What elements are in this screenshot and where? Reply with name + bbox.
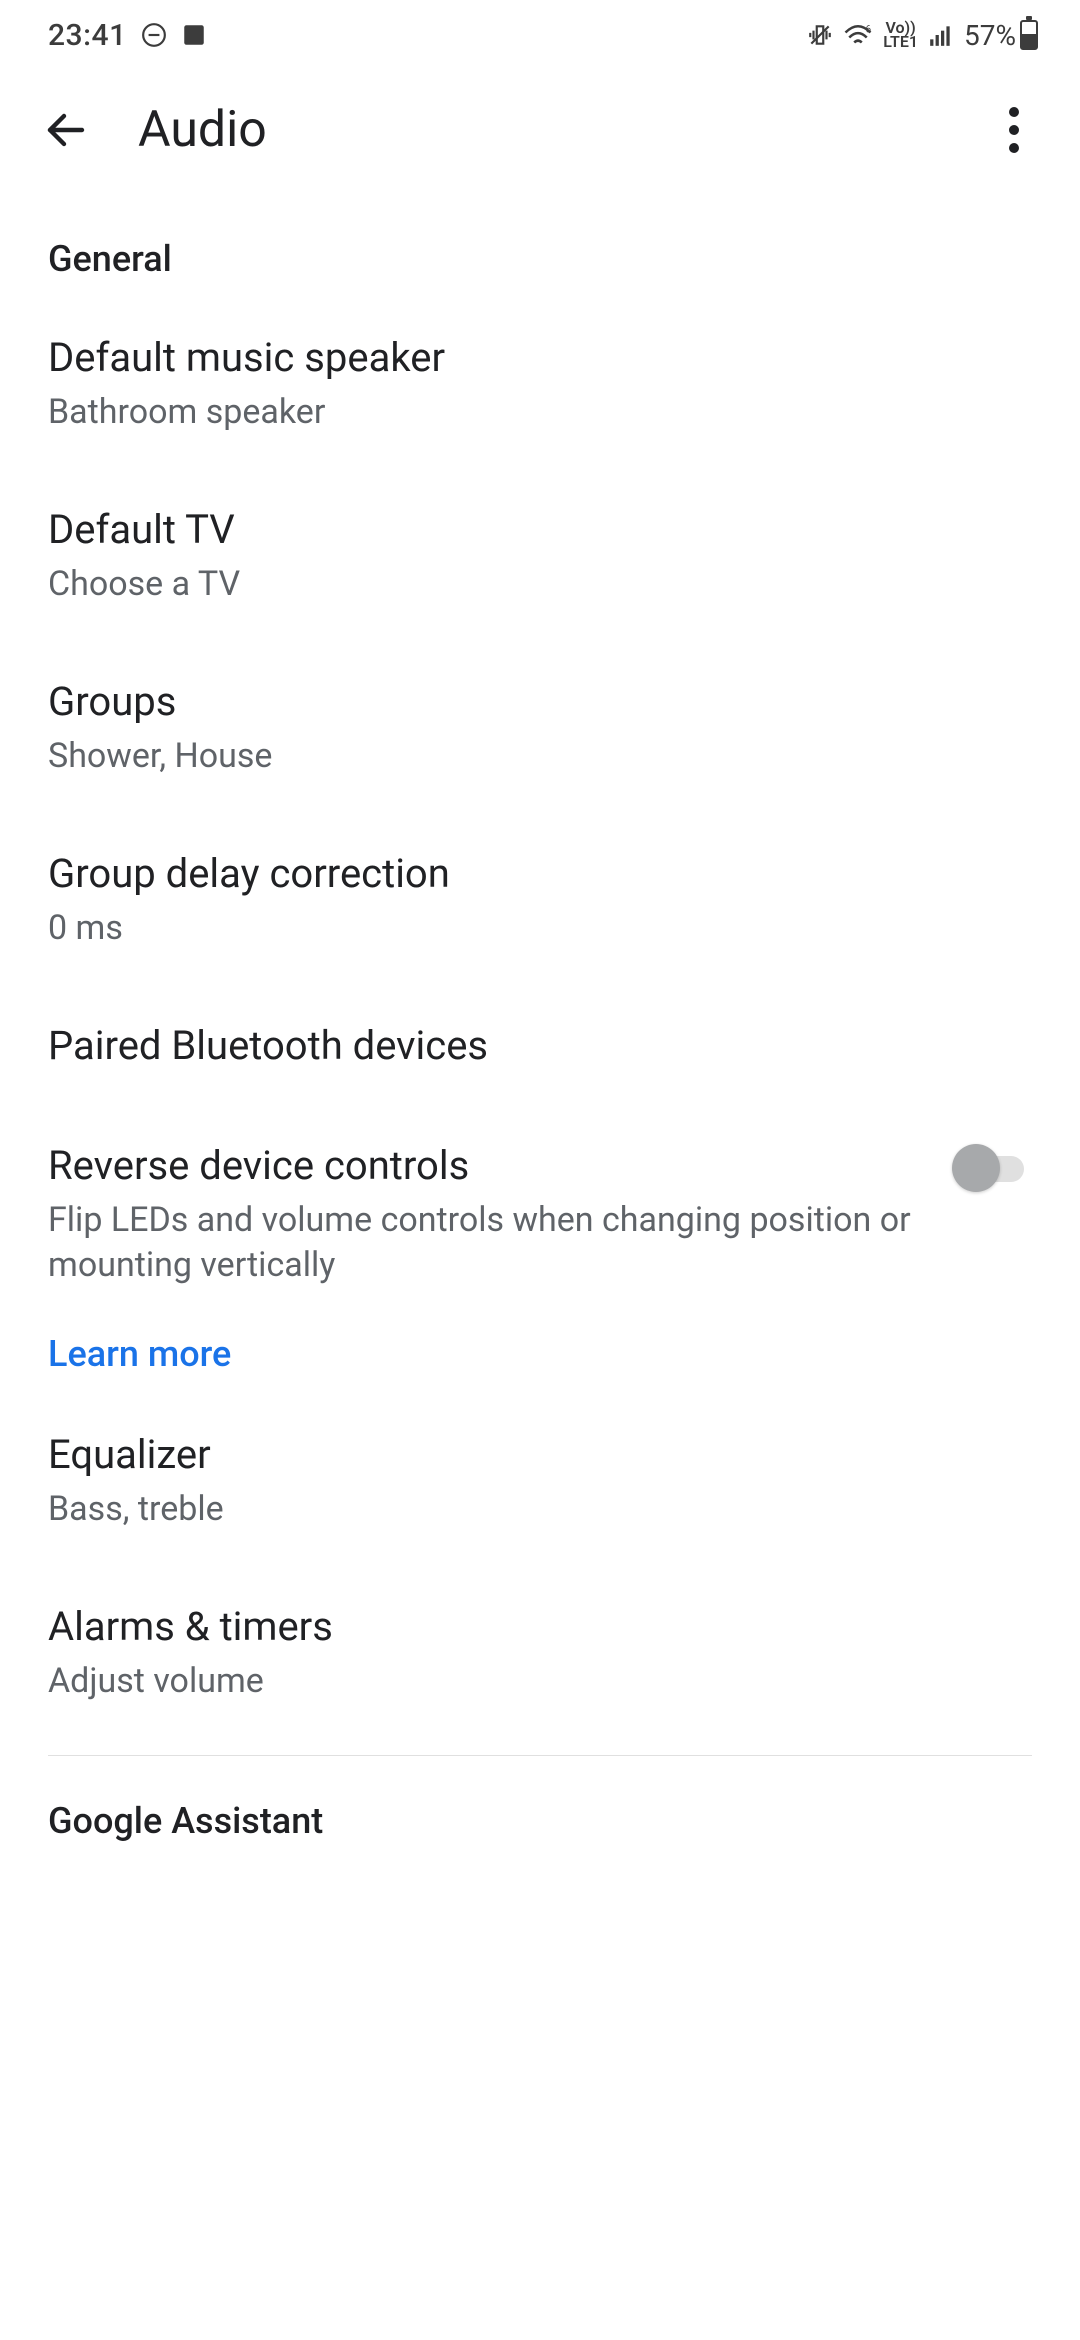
setting-group-delay-correction[interactable]: Group delay correction 0 ms <box>48 814 1032 986</box>
status-left: 23:41 <box>48 18 207 53</box>
svg-text:6: 6 <box>866 25 872 36</box>
learn-more-link[interactable]: Learn more <box>48 1289 1032 1395</box>
settings-content: General Default music speaker Bathroom s… <box>0 190 1080 1860</box>
setting-title: Default music speaker <box>48 332 1032 384</box>
battery-indicator: 57% <box>964 19 1038 52</box>
section-header-general: General <box>48 190 1032 298</box>
setting-subtitle: 0 ms <box>48 906 1032 952</box>
dnd-icon <box>141 22 167 48</box>
section-header-google-assistant: Google Assistant <box>48 1756 1032 1860</box>
setting-title: Paired Bluetooth devices <box>48 1020 1032 1072</box>
setting-equalizer[interactable]: Equalizer Bass, treble <box>48 1395 1032 1567</box>
volte-icon: Vo)) LTE1 <box>883 21 918 49</box>
setting-subtitle: Flip LEDs and volume controls when chang… <box>48 1198 928 1290</box>
setting-subtitle: Shower, House <box>48 734 1032 780</box>
setting-default-music-speaker[interactable]: Default music speaker Bathroom speaker <box>48 298 1032 470</box>
page-title: Audio <box>138 101 942 159</box>
status-time: 23:41 <box>48 18 127 53</box>
setting-title: Groups <box>48 676 1032 728</box>
image-icon <box>181 22 207 48</box>
arrow-left-icon <box>42 106 90 154</box>
overflow-menu-button[interactable] <box>984 100 1044 160</box>
setting-paired-bluetooth-devices[interactable]: Paired Bluetooth devices <box>48 986 1032 1106</box>
setting-groups[interactable]: Groups Shower, House <box>48 642 1032 814</box>
status-bar: 23:41 6 Vo)) LTE1 <box>0 0 1080 70</box>
app-bar: Audio <box>0 70 1080 190</box>
status-right: 6 Vo)) LTE1 57% <box>807 19 1038 52</box>
setting-reverse-device-controls[interactable]: Reverse device controls Flip LEDs and vo… <box>48 1106 1032 1290</box>
setting-title: Default TV <box>48 504 1032 556</box>
back-button[interactable] <box>36 100 96 160</box>
battery-icon <box>1020 20 1038 50</box>
wifi-icon: 6 <box>843 22 873 48</box>
reverse-controls-toggle[interactable] <box>952 1144 1032 1192</box>
setting-default-tv[interactable]: Default TV Choose a TV <box>48 470 1032 642</box>
setting-subtitle: Adjust volume <box>48 1659 1032 1705</box>
setting-title: Alarms & timers <box>48 1601 1032 1653</box>
setting-title: Equalizer <box>48 1429 1032 1481</box>
setting-subtitle: Bass, treble <box>48 1487 1032 1533</box>
setting-alarms-timers[interactable]: Alarms & timers Adjust volume <box>48 1567 1032 1725</box>
setting-subtitle: Choose a TV <box>48 562 1032 608</box>
setting-subtitle: Bathroom speaker <box>48 390 1032 436</box>
more-vert-icon <box>1009 107 1019 153</box>
setting-title: Group delay correction <box>48 848 1032 900</box>
setting-title: Reverse device controls <box>48 1140 928 1192</box>
signal-icon <box>928 22 954 48</box>
vibrate-icon <box>807 22 833 48</box>
